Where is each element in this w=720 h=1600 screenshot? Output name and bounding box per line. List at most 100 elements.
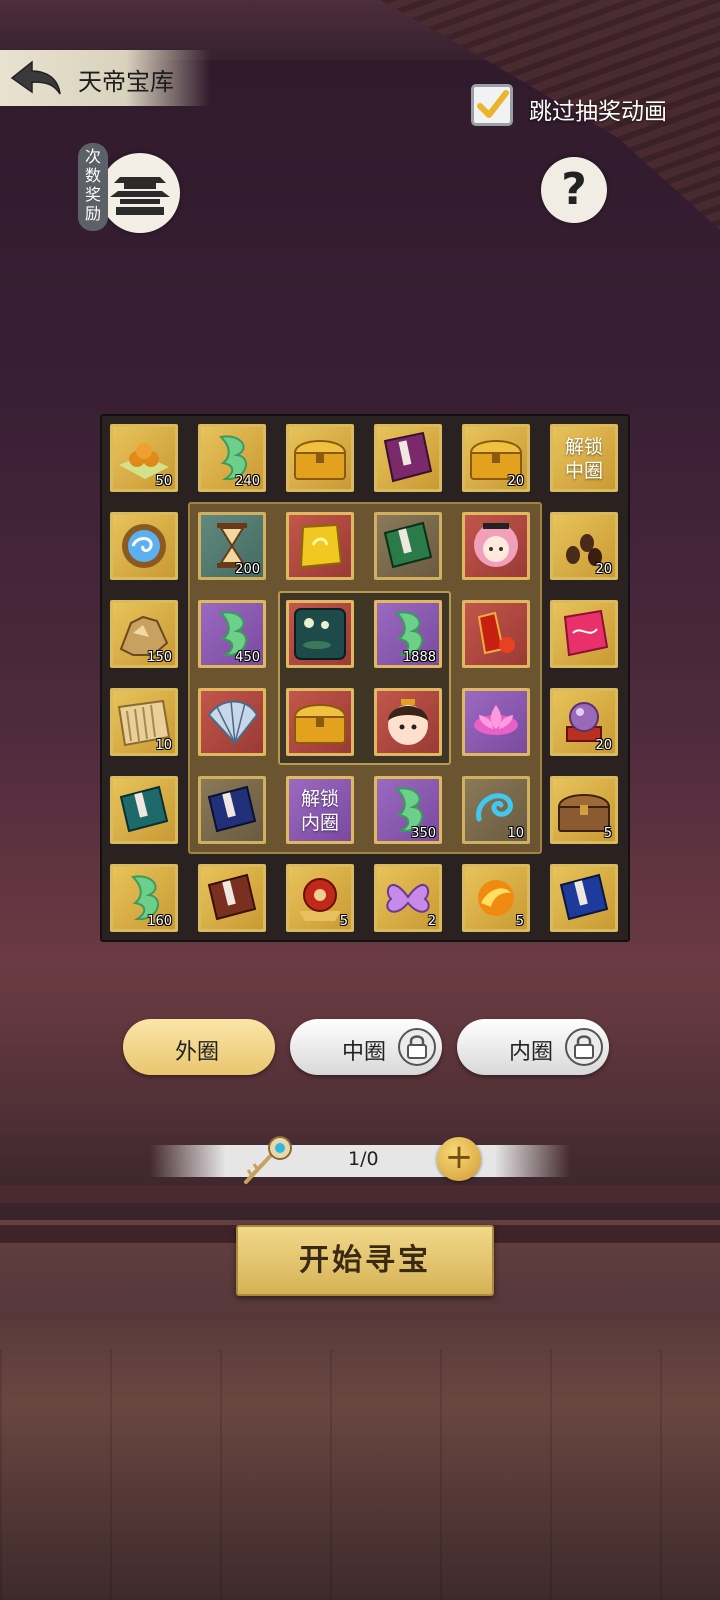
red-talisman-icon (477, 611, 515, 655)
start-treasure-hunt-button[interactable]: 开始寻宝 (236, 1225, 494, 1296)
plus-icon: + (444, 1137, 474, 1177)
reward-cell (198, 776, 266, 844)
balcony-rail (0, 1185, 720, 1203)
item-count: 20 (595, 738, 612, 753)
tab-label: 中圈 (342, 1040, 387, 1065)
item-count: 450 (235, 650, 260, 665)
item-count: 150 (147, 650, 172, 665)
palace-silhouette (0, 960, 720, 1220)
item-count: 5 (515, 914, 524, 929)
count-reward-button[interactable]: 次数奖励 (78, 143, 188, 243)
reward-cell (550, 600, 618, 668)
reward-emblem (100, 153, 180, 233)
reward-cell (374, 688, 442, 756)
item-count: 2 (427, 914, 436, 929)
pink-lotus-icon (474, 705, 518, 735)
reward-cell: 160 (110, 864, 178, 932)
reward-cell (286, 600, 354, 668)
pink-gem-icon (563, 609, 609, 657)
unlock-middle-ring-cell[interactable]: 解锁中圈 (550, 424, 618, 492)
tab-label: 外圈 (175, 1040, 220, 1065)
tab-label: 内圈 (509, 1040, 554, 1065)
back-arrow-icon[interactable] (8, 56, 64, 100)
item-count: 5 (339, 914, 348, 929)
reward-cell: 5 (462, 864, 530, 932)
reward-cell (462, 688, 530, 756)
reward-cell (110, 776, 178, 844)
pink-hair-girl-avatar-icon (474, 523, 518, 567)
reward-cell: 10 (462, 776, 530, 844)
reward-tag: 次数奖励 (78, 143, 108, 231)
skip-animation-label: 跳过抽奖动画 (529, 99, 667, 125)
checkmark-icon (477, 90, 509, 118)
reward-cell (286, 512, 354, 580)
reward-cell: 20 (462, 424, 530, 492)
reward-cell: 50 (110, 424, 178, 492)
reward-cell: 20 (550, 512, 618, 580)
skip-animation-checkbox[interactable] (471, 84, 513, 126)
boy-avatar-icon (388, 699, 428, 745)
reward-cell (198, 864, 266, 932)
golden-chest-icon (293, 440, 347, 480)
palace-floor (0, 1320, 720, 1600)
reward-cell (286, 688, 354, 756)
reward-cell (374, 512, 442, 580)
item-count: 20 (595, 562, 612, 577)
reward-cell (110, 512, 178, 580)
reward-cell: 200 (198, 512, 266, 580)
item-count: 50 (155, 474, 172, 489)
lotus-pond-painting-icon (294, 608, 346, 660)
item-count: 200 (235, 562, 260, 577)
lock-icon (565, 1028, 603, 1066)
reward-cell (198, 688, 266, 756)
reward-cell: 2 (374, 864, 442, 932)
unlock-label: 解锁中圈 (564, 436, 603, 482)
item-count: 5 (603, 826, 612, 841)
unlock-label: 解锁内圈 (300, 788, 339, 834)
reward-cell: 1888 (374, 600, 442, 668)
question-icon: ? (561, 164, 587, 215)
key-count-text: 1/0 (348, 1148, 379, 1170)
key-icon (244, 1136, 292, 1184)
item-count: 20 (507, 474, 524, 489)
pavilion-icon (110, 177, 170, 215)
reward-cell: 5 (550, 776, 618, 844)
reward-tag-label: 次数奖励 (85, 147, 102, 223)
tab-inner-ring[interactable]: 内圈 (457, 1019, 609, 1075)
reward-cell: 240 (198, 424, 266, 492)
golden-chest-icon (293, 704, 347, 744)
reward-cell (550, 864, 618, 932)
unlock-inner-ring-cell[interactable]: 解锁内圈 (286, 776, 354, 844)
silver-fan-icon (207, 700, 259, 745)
reward-cell: 450 (198, 600, 266, 668)
tab-outer-ring[interactable]: 外圈 (123, 1019, 275, 1075)
page-title: 天帝宝库 (78, 68, 174, 96)
reward-cell: 20 (550, 688, 618, 756)
purple-book-icon (383, 431, 433, 483)
gold-token-icon (299, 523, 343, 569)
reward-cell (462, 512, 530, 580)
reward-cell: 150 (110, 600, 178, 668)
item-count: 350 (411, 826, 436, 841)
item-count: 10 (155, 738, 172, 753)
green-book-icon (383, 521, 433, 569)
tab-middle-ring[interactable]: 中圈 (290, 1019, 442, 1075)
item-count: 160 (147, 914, 172, 929)
add-keys-button[interactable]: + (437, 1137, 481, 1181)
brown-book-icon (207, 873, 257, 921)
reward-cell: 350 (374, 776, 442, 844)
reward-cell: 5 (286, 864, 354, 932)
blue-swirl-orb-icon (122, 524, 166, 568)
teal-book-icon (119, 785, 169, 833)
navy-book-icon (207, 785, 257, 833)
reward-cell (374, 424, 442, 492)
blue-book-icon (559, 873, 609, 921)
lock-icon (398, 1028, 436, 1066)
item-count: 1888 (402, 650, 436, 665)
reward-cell (286, 424, 354, 492)
help-button[interactable]: ? (541, 157, 607, 223)
item-count: 10 (507, 826, 524, 841)
item-count: 240 (235, 474, 260, 489)
reward-cell (462, 600, 530, 668)
reward-cell: 10 (110, 688, 178, 756)
